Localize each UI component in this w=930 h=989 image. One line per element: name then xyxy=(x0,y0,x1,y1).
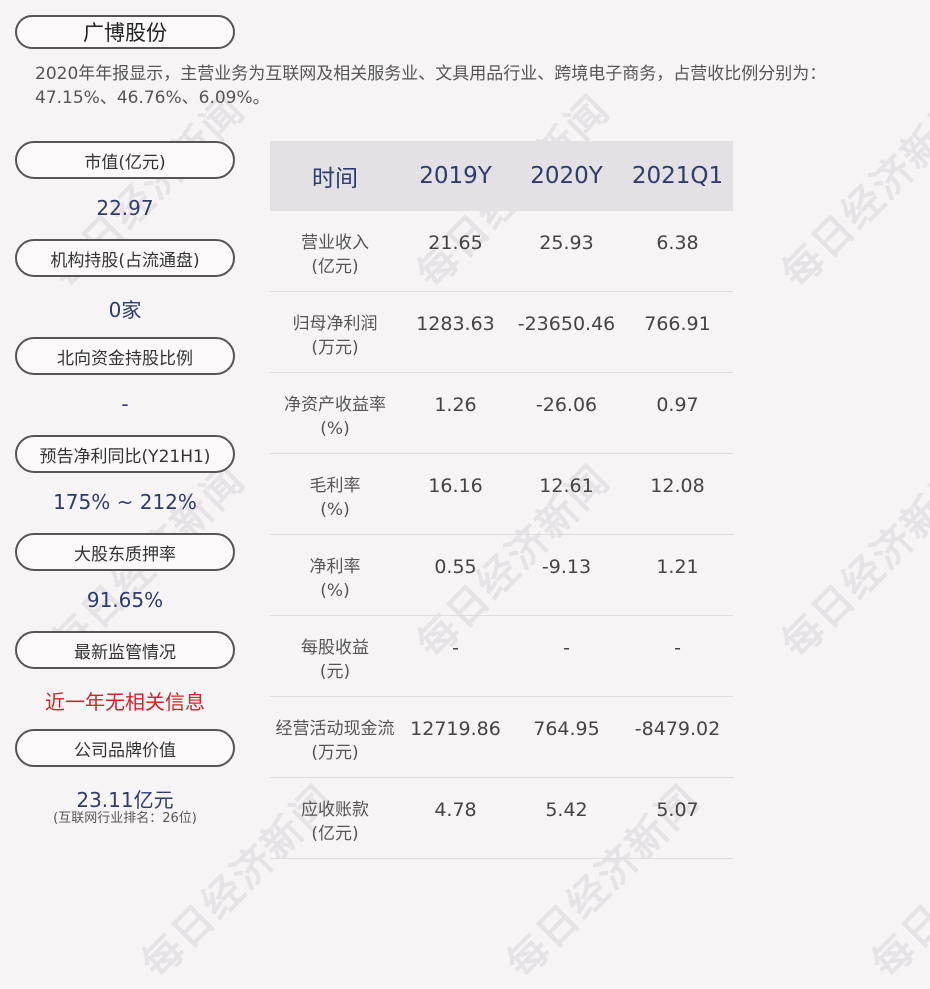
regulatory-status-label: 最新监管情况 xyxy=(15,631,235,669)
table-row: 每股收益 (元) - - - xyxy=(270,615,733,697)
value-cell: 12719.86 xyxy=(400,696,511,778)
value-cell: 1.26 xyxy=(400,372,511,454)
metric-label: 营业收入 xyxy=(301,233,369,253)
value-cell: -23650.46 xyxy=(511,291,622,373)
watermark: 每日经济新闻 xyxy=(862,775,930,988)
value-cell: 0.97 xyxy=(622,372,733,454)
value-cell: 12.61 xyxy=(511,453,622,535)
metric-cell: 净资产收益率 (%) xyxy=(270,372,400,454)
metric-cell: 归母净利润 (万元) xyxy=(270,291,400,373)
table-row: 净利率 (%) 0.55 -9.13 1.21 xyxy=(270,534,733,616)
value-cell: -26.06 xyxy=(511,372,622,454)
value-cell: 6.38 xyxy=(622,211,733,292)
company-title: 广博股份 xyxy=(15,15,235,49)
metric-cell: 净利率 (%) xyxy=(270,534,400,616)
watermark: 每日经济新闻 xyxy=(772,455,930,668)
metric-label: 应收账款 xyxy=(301,800,369,820)
brand-rank-note: (互联网行业排名：26位) xyxy=(53,811,197,826)
table-row: 应收账款 (亿元) 4.78 5.42 5.07 xyxy=(270,777,733,859)
value-cell: 16.16 xyxy=(400,453,511,535)
profit-forecast-value: 175% ~ 212% xyxy=(53,490,197,514)
metric-cell: 经营活动现金流 (万元) xyxy=(270,696,400,778)
market-cap-label: 市值(亿元) xyxy=(15,141,235,179)
brand-value-label: 公司品牌价值 xyxy=(15,729,235,767)
table-row: 净资产收益率 (%) 1.26 -26.06 0.97 xyxy=(270,372,733,454)
value-cell: 766.91 xyxy=(622,291,733,373)
header-2019y: 2019Y xyxy=(400,141,511,211)
financial-table: 时间 2019Y 2020Y 2021Q1 营业收入 (亿元) 21.65 25.… xyxy=(270,141,733,859)
metric-label: 毛利率 xyxy=(309,476,361,496)
metric-label: 净资产收益率 xyxy=(284,395,386,415)
value-cell: 5.07 xyxy=(622,777,733,859)
pledge-ratio-value: 91.65% xyxy=(86,588,164,612)
pledge-ratio-label: 大股东质押率 xyxy=(15,533,235,571)
metric-unit: (亿元) xyxy=(311,824,359,844)
value-cell: 1283.63 xyxy=(400,291,511,373)
value-cell: -9.13 xyxy=(511,534,622,616)
metric-unit: (%) xyxy=(320,500,350,520)
table-row: 营业收入 (亿元) 21.65 25.93 6.38 xyxy=(270,211,733,292)
northbound-holding-label: 北向资金持股比例 xyxy=(15,337,235,375)
header-2020y: 2020Y xyxy=(511,141,622,211)
regulatory-status-value: 近一年无相关信息 xyxy=(45,690,205,714)
value-cell: - xyxy=(622,615,733,697)
business-summary: 2020年年报显示，主营业务为互联网及相关服务业、文具用品行业、跨境电子商务，占… xyxy=(35,64,827,108)
market-cap-value: 22.97 xyxy=(96,196,154,220)
metric-unit: (%) xyxy=(320,581,350,601)
value-cell: 12.08 xyxy=(622,453,733,535)
value-cell: 21.65 xyxy=(400,211,511,292)
value-cell: 764.95 xyxy=(511,696,622,778)
header-time: 时间 xyxy=(270,141,400,211)
metric-cell: 应收账款 (亿元) xyxy=(270,777,400,859)
value-cell: 1.21 xyxy=(622,534,733,616)
institutional-holding-value: 0家 xyxy=(108,298,142,322)
metric-label: 每股收益 xyxy=(301,638,369,658)
value-cell: 25.93 xyxy=(511,211,622,292)
value-cell: 4.78 xyxy=(400,777,511,859)
value-cell: -8479.02 xyxy=(622,696,733,778)
profit-forecast-label: 预告净利同比(Y21H1) xyxy=(15,435,235,473)
metric-cell: 营业收入 (亿元) xyxy=(270,211,400,292)
table-row: 归母净利润 (万元) 1283.63 -23650.46 766.91 xyxy=(270,291,733,373)
metric-label: 归母净利润 xyxy=(292,314,378,334)
metric-label: 经营活动现金流 xyxy=(275,719,395,739)
metric-cell: 每股收益 (元) xyxy=(270,615,400,697)
metric-unit: (%) xyxy=(320,419,350,439)
watermark: 每日经济新闻 xyxy=(772,85,930,298)
metric-cell: 毛利率 (%) xyxy=(270,453,400,535)
header-2021q1: 2021Q1 xyxy=(622,141,733,211)
metric-label: 净利率 xyxy=(309,557,361,577)
value-cell: 0.55 xyxy=(400,534,511,616)
value-cell: - xyxy=(511,615,622,697)
table-row: 经营活动现金流 (万元) 12719.86 764.95 -8479.02 xyxy=(270,696,733,778)
table-header-row: 时间 2019Y 2020Y 2021Q1 xyxy=(270,141,733,211)
metric-unit: (万元) xyxy=(311,743,359,763)
institutional-holding-label: 机构持股(占流通盘) xyxy=(15,239,235,277)
value-cell: 5.42 xyxy=(511,777,622,859)
northbound-holding-value: - xyxy=(121,392,129,416)
metric-unit: (亿元) xyxy=(311,257,359,277)
metric-unit: (万元) xyxy=(311,338,359,358)
metric-unit: (元) xyxy=(319,662,351,682)
value-cell: - xyxy=(400,615,511,697)
table-row: 毛利率 (%) 16.16 12.61 12.08 xyxy=(270,453,733,535)
